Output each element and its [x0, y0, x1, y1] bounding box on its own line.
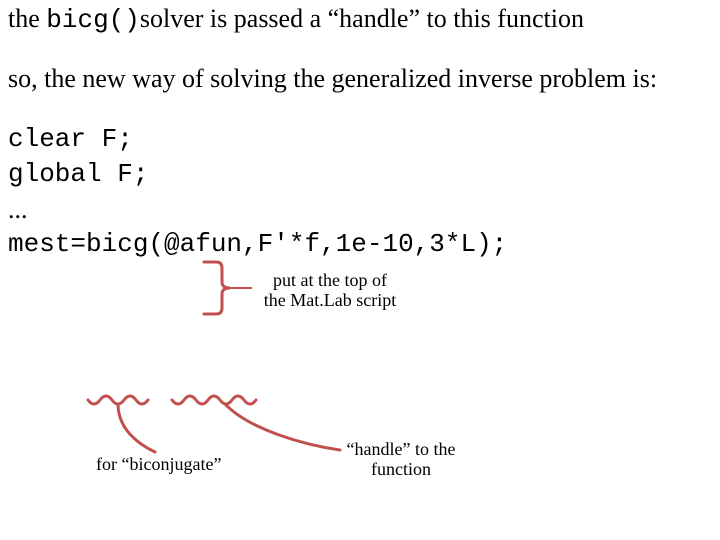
- squiggle-afun-icon: [172, 396, 256, 404]
- bracket-icon: [204, 262, 230, 314]
- annotation-top-line2: the Mat.Lab script: [250, 291, 410, 311]
- code-block: clear F; global F; ... mest=bicg(@afun,F…: [8, 122, 712, 262]
- paragraph-solution: so, the new way of solving the generaliz…: [8, 64, 712, 94]
- annotation-handle-line2: function: [326, 460, 476, 480]
- paragraph-intro: the bicg()solver is passed a “handle” to…: [8, 4, 712, 36]
- annotation-biconjugate: for “biconjugate”: [96, 455, 221, 475]
- annotation-handle: “handle” to the function: [326, 440, 476, 480]
- annotation-handle-line1: “handle” to the: [326, 440, 476, 460]
- connector-afun-icon: [225, 404, 340, 450]
- annotation-top-line1: put at the top of: [250, 271, 410, 291]
- text-pre: the: [8, 4, 46, 33]
- code-line-mest: mest=bicg(@afun,F'*f,1e-10,3*L);: [8, 227, 712, 262]
- text-solution: so, the new way of solving the generaliz…: [8, 64, 657, 93]
- code-line-global: global F;: [8, 157, 712, 192]
- text-post: solver is passed a “handle” to this func…: [140, 4, 584, 33]
- code-line-clear: clear F;: [8, 122, 712, 157]
- connector-bicg-icon: [118, 404, 155, 452]
- squiggle-bicg-icon: [88, 396, 148, 404]
- code-line-ellipsis: ...: [8, 192, 712, 227]
- code-inline-bicg: bicg(): [46, 5, 140, 35]
- annotation-top-of-script: put at the top of the Mat.Lab script: [250, 271, 410, 311]
